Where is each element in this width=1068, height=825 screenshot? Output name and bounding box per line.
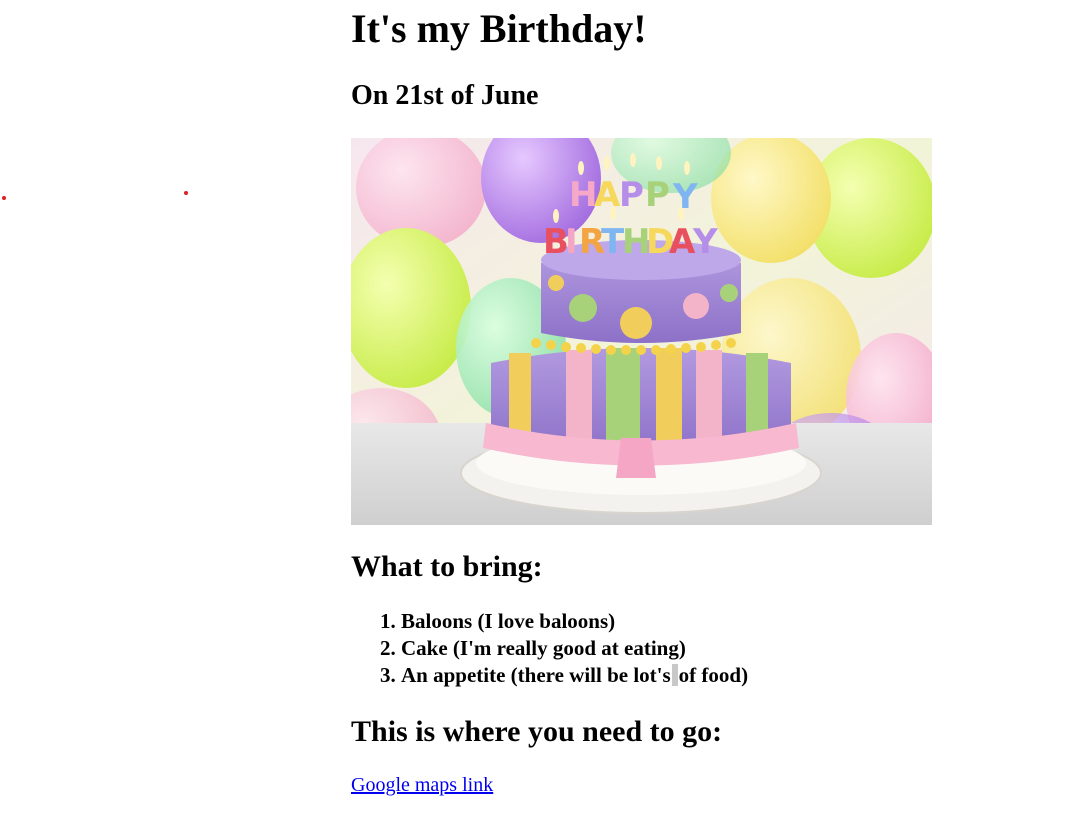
birthday-cake-image: H A P P Y B I R T H D A Y — [351, 138, 932, 525]
svg-text:P: P — [619, 175, 644, 215]
list-item: Cake (I'm really good at eating) — [401, 635, 748, 662]
event-date: On 21st of June — [351, 80, 539, 111]
list-item: Baloons (I love baloons) — [401, 608, 748, 635]
red-dot-marker — [184, 191, 188, 195]
svg-text:Y: Y — [672, 177, 698, 217]
svg-text:Y: Y — [692, 222, 718, 262]
directions-heading: This is where you need to go: — [351, 715, 723, 748]
text-cursor — [671, 664, 678, 686]
svg-text:I: I — [565, 222, 578, 262]
page-title: It's my Birthday! — [351, 6, 647, 51]
page: It's my Birthday! On 21st of June H A P … — [0, 0, 1068, 825]
svg-text:A: A — [594, 175, 621, 215]
list-item-text: of food) — [678, 663, 749, 687]
what-to-bring-heading: What to bring: — [351, 550, 543, 583]
google-maps-link[interactable]: Google maps link — [351, 774, 493, 797]
svg-text:P: P — [645, 175, 670, 215]
bring-list: Baloons (I love baloons) Cake (I'm reall… — [351, 608, 748, 689]
red-dot-marker — [2, 196, 6, 200]
list-item-text: An appetite (there will be lot's — [401, 663, 671, 687]
svg-text:A: A — [669, 222, 696, 262]
list-item: An appetite (there will be lot's of food) — [401, 662, 748, 689]
